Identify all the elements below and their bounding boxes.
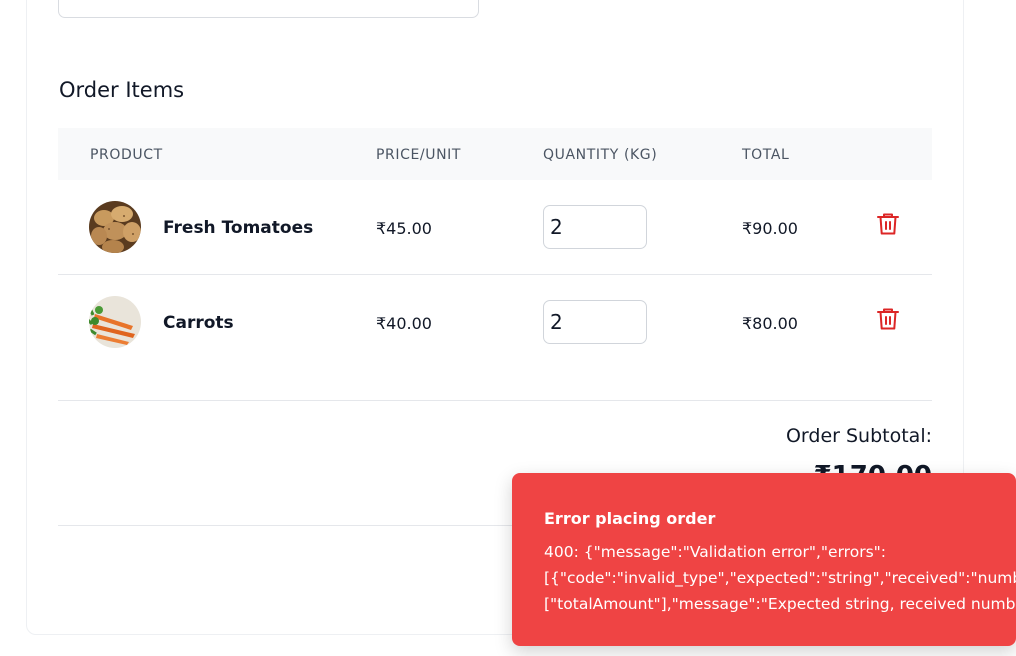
address-field[interactable] bbox=[58, 0, 479, 18]
row-total: ₹90.00 bbox=[742, 219, 798, 238]
trash-icon[interactable] bbox=[876, 211, 900, 237]
quantity-input[interactable] bbox=[543, 205, 647, 249]
toast-message-line: ["totalAmount"],"message":"Expected stri… bbox=[544, 595, 1016, 613]
column-header-price: PRICE/UNIT bbox=[376, 147, 462, 163]
toast-message-line: 400: {"message":"Validation error","erro… bbox=[544, 543, 886, 561]
column-header-product: PRODUCT bbox=[90, 147, 163, 163]
error-toast[interactable]: Error placing order 400: {"message":"Val… bbox=[512, 473, 1016, 646]
subtotal-label: Order Subtotal: bbox=[785, 425, 932, 447]
product-name: Carrots bbox=[163, 313, 234, 333]
column-header-quantity: QUANTITY (KG) bbox=[543, 147, 658, 163]
table-header: PRODUCT PRICE/UNIT QUANTITY (KG) TOTAL bbox=[58, 128, 932, 180]
toast-message: 400: {"message":"Validation error","erro… bbox=[544, 539, 1016, 617]
product-image bbox=[89, 201, 141, 253]
product-image bbox=[89, 296, 141, 348]
trash-icon[interactable] bbox=[876, 306, 900, 332]
price-per-unit: ₹40.00 bbox=[376, 314, 432, 333]
price-per-unit: ₹45.00 bbox=[376, 219, 432, 238]
table-row: Fresh Tomatoes ₹45.00 ₹90.00 bbox=[58, 180, 932, 275]
product-name: Fresh Tomatoes bbox=[163, 218, 314, 238]
table-row: Carrots ₹40.00 ₹80.00 bbox=[58, 275, 932, 370]
divider bbox=[58, 400, 932, 401]
section-title: Order Items bbox=[59, 78, 185, 102]
row-total: ₹80.00 bbox=[742, 314, 798, 333]
page: Order Items PRODUCT PRICE/UNIT QUANTITY … bbox=[0, 0, 1016, 656]
column-header-total: TOTAL bbox=[742, 147, 790, 163]
quantity-input[interactable] bbox=[543, 300, 647, 344]
toast-message-line: [{"code":"invalid_type","expected":"stri… bbox=[544, 569, 1016, 587]
toast-title: Error placing order bbox=[544, 509, 716, 528]
